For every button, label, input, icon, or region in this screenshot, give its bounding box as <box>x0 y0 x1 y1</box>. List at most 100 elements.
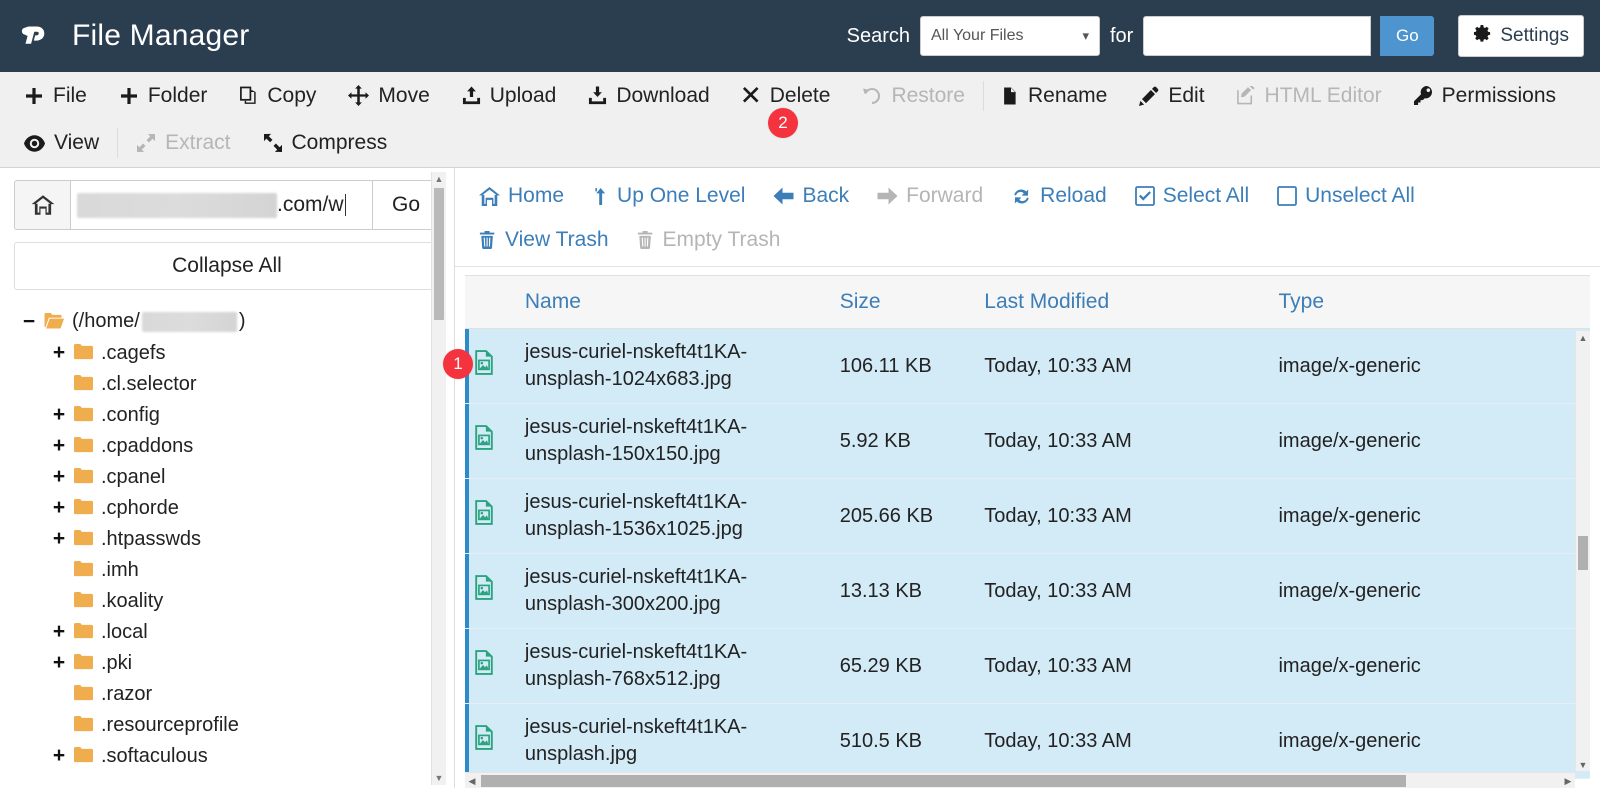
nav-up-one-level-button[interactable]: Up One Level <box>578 184 759 208</box>
tree-node[interactable]: .imh <box>18 554 454 585</box>
tree-node[interactable]: + .config <box>18 399 454 430</box>
tree-node[interactable]: + .cphorde <box>18 492 454 523</box>
table-row[interactable]: jesus-curiel-nskeft4t1KA-unsplash-768x51… <box>465 628 1590 704</box>
table-row[interactable]: jesus-curiel-nskeft4t1KA-unsplash.jpg 510… <box>465 703 1590 779</box>
nav-reload-button[interactable]: Reload <box>997 184 1121 208</box>
toolbar-download-button[interactable]: Download <box>572 77 725 115</box>
tree-node[interactable]: + .local <box>18 616 454 647</box>
folder-icon <box>72 591 95 610</box>
expand-icon[interactable]: + <box>48 496 70 520</box>
scroll-right-icon[interactable]: ▶ <box>1561 773 1575 788</box>
column-header-name[interactable]: Name <box>524 276 840 329</box>
tree-node[interactable]: + .cpanel <box>18 461 454 492</box>
toolbar-upload-button[interactable]: Upload <box>446 77 573 115</box>
scroll-up-icon[interactable]: ▲ <box>432 172 446 186</box>
search-scope-select[interactable]: All Your Files ▾ <box>920 16 1100 56</box>
nav-item-label: Up One Level <box>617 184 746 207</box>
expand-icon[interactable]: + <box>48 403 70 427</box>
nav-select-all-button[interactable]: Select All <box>1121 184 1263 208</box>
file-size-cell: 205.66 KB <box>839 478 985 554</box>
scroll-left-icon[interactable]: ◀ <box>465 773 479 788</box>
arrow-right-icon <box>877 186 898 206</box>
column-header-type[interactable]: Type <box>1278 276 1522 329</box>
scroll-down-icon[interactable]: ▼ <box>432 771 446 785</box>
tree-node[interactable]: .koality <box>18 585 454 616</box>
folder-icon <box>72 653 95 672</box>
nav-back-button[interactable]: Back <box>759 184 863 208</box>
scroll-down-icon[interactable]: ▼ <box>1576 758 1590 771</box>
path-go-button[interactable]: Go <box>372 180 440 230</box>
expand-icon[interactable]: + <box>48 465 70 489</box>
file-name-label[interactable]: jesus-curiel-nskeft4t1KA-unsplash-768x51… <box>525 639 805 693</box>
content-area: .com/w Go Collapse All − (/home/) + .cagefs… <box>0 168 1600 788</box>
directory-tree-sidebar: .com/w Go Collapse All − (/home/) + .cagefs… <box>0 168 473 788</box>
toolbar-item-label: Download <box>616 83 710 107</box>
toolbar-compress-button[interactable]: Compress <box>247 124 404 162</box>
toolbar-move-button[interactable]: Move <box>332 77 445 115</box>
file-name-label[interactable]: jesus-curiel-nskeft4t1KA-unsplash-300x20… <box>525 564 805 618</box>
file-name-label[interactable]: jesus-curiel-nskeft4t1KA-unsplash-150x15… <box>525 414 805 468</box>
toolbar-file-button[interactable]: File <box>8 77 103 115</box>
file-list-horizontal-scrollbar[interactable]: ◀ ▶ <box>465 772 1575 788</box>
tree-node[interactable]: .razor <box>18 678 454 709</box>
table-row[interactable]: jesus-curiel-nskeft4t1KA-unsplash-1536x1… <box>465 478 1590 554</box>
search-go-button[interactable]: Go <box>1380 16 1435 56</box>
tree-node[interactable]: .resourceprofile <box>18 709 454 740</box>
file-list-scrollbar-thumb[interactable] <box>1578 536 1588 570</box>
file-table: Name Size Last Modified Type Permi jesus… <box>465 276 1590 788</box>
sidebar-scrollbar-thumb[interactable] <box>434 188 444 320</box>
expand-icon[interactable]: + <box>48 341 70 365</box>
tree-node-label: .cagefs <box>101 341 166 364</box>
toolbar-view-button[interactable]: View <box>8 124 115 162</box>
gear-icon <box>1473 24 1492 49</box>
collapse-all-button[interactable]: Collapse All <box>14 242 440 290</box>
file-name-label[interactable]: jesus-curiel-nskeft4t1KA-unsplash-1024x6… <box>525 339 805 393</box>
toolbar-edit-button[interactable]: Edit <box>1123 77 1220 115</box>
search-input[interactable] <box>1143 16 1372 56</box>
settings-button[interactable]: Settings <box>1458 15 1584 57</box>
search-for-label: for <box>1110 24 1134 47</box>
tree-node[interactable]: + .cpaddons <box>18 430 454 461</box>
expand-icon[interactable]: + <box>48 651 70 675</box>
header-search-area: Search All Your Files ▾ for Go Settings <box>847 15 1584 57</box>
table-row[interactable]: jesus-curiel-nskeft4t1KA-unsplash-300x20… <box>465 553 1590 629</box>
tree-node[interactable]: + .softaculous <box>18 740 454 771</box>
column-header-permissions[interactable]: Permi <box>1521 276 1590 329</box>
file-list-hscrollbar-thumb[interactable] <box>481 775 1406 787</box>
expand-icon[interactable]: + <box>48 620 70 644</box>
tree-node[interactable]: + .pki <box>18 647 454 678</box>
x-cross-icon <box>742 86 761 105</box>
file-name-cell: jesus-curiel-nskeft4t1KA-unsplash-1024x6… <box>524 328 840 404</box>
table-row[interactable]: jesus-curiel-nskeft4t1KA-unsplash-150x15… <box>465 403 1590 479</box>
tree-node-home[interactable]: − (/home/) <box>18 306 454 337</box>
tree-node-label: .pki <box>101 651 133 674</box>
file-name-label[interactable]: jesus-curiel-nskeft4t1KA-unsplash-1536x1… <box>525 489 805 543</box>
tree-node[interactable]: + .cagefs <box>18 337 454 368</box>
toolbar-copy-button[interactable]: Copy <box>223 77 332 115</box>
expand-icon[interactable]: + <box>48 527 70 551</box>
expand-icon[interactable]: + <box>48 434 70 458</box>
toolbar-item-label: Extract <box>165 131 231 154</box>
file-table-scroll-area[interactable]: Name Size Last Modified Type Permi jesus… <box>465 276 1590 788</box>
collapse-icon[interactable]: − <box>18 310 40 334</box>
home-icon <box>479 186 500 207</box>
path-input[interactable]: .com/w <box>70 180 372 230</box>
toolbar-permissions-button[interactable]: Permissions <box>1398 77 1572 115</box>
scroll-up-icon[interactable]: ▲ <box>1576 331 1590 344</box>
tree-node[interactable]: + .htpasswds <box>18 523 454 554</box>
sidebar-scrollbar[interactable]: ▲ ▼ <box>431 172 446 785</box>
table-row[interactable]: jesus-curiel-nskeft4t1KA-unsplash-1024x6… <box>465 328 1590 404</box>
file-name-label[interactable]: jesus-curiel-nskeft4t1KA-unsplash.jpg <box>525 714 805 768</box>
file-list-vertical-scrollbar[interactable]: ▲ ▼ <box>1575 331 1590 771</box>
nav-unselect-all-button[interactable]: Unselect All <box>1263 184 1429 208</box>
nav-view-trash-button[interactable]: View Trash <box>465 228 623 252</box>
tree-node[interactable]: .cl.selector <box>18 368 454 399</box>
toolbar-item-label: Permissions <box>1441 83 1557 107</box>
toolbar-folder-button[interactable]: Folder <box>103 77 224 115</box>
toolbar-rename-button[interactable]: Rename <box>986 77 1123 115</box>
column-header-size[interactable]: Size <box>839 276 985 329</box>
nav-home-button[interactable]: Home <box>465 184 578 208</box>
expand-icon[interactable]: + <box>48 744 70 768</box>
path-home-button[interactable] <box>14 180 70 230</box>
column-header-last-modified[interactable]: Last Modified <box>984 276 1279 329</box>
